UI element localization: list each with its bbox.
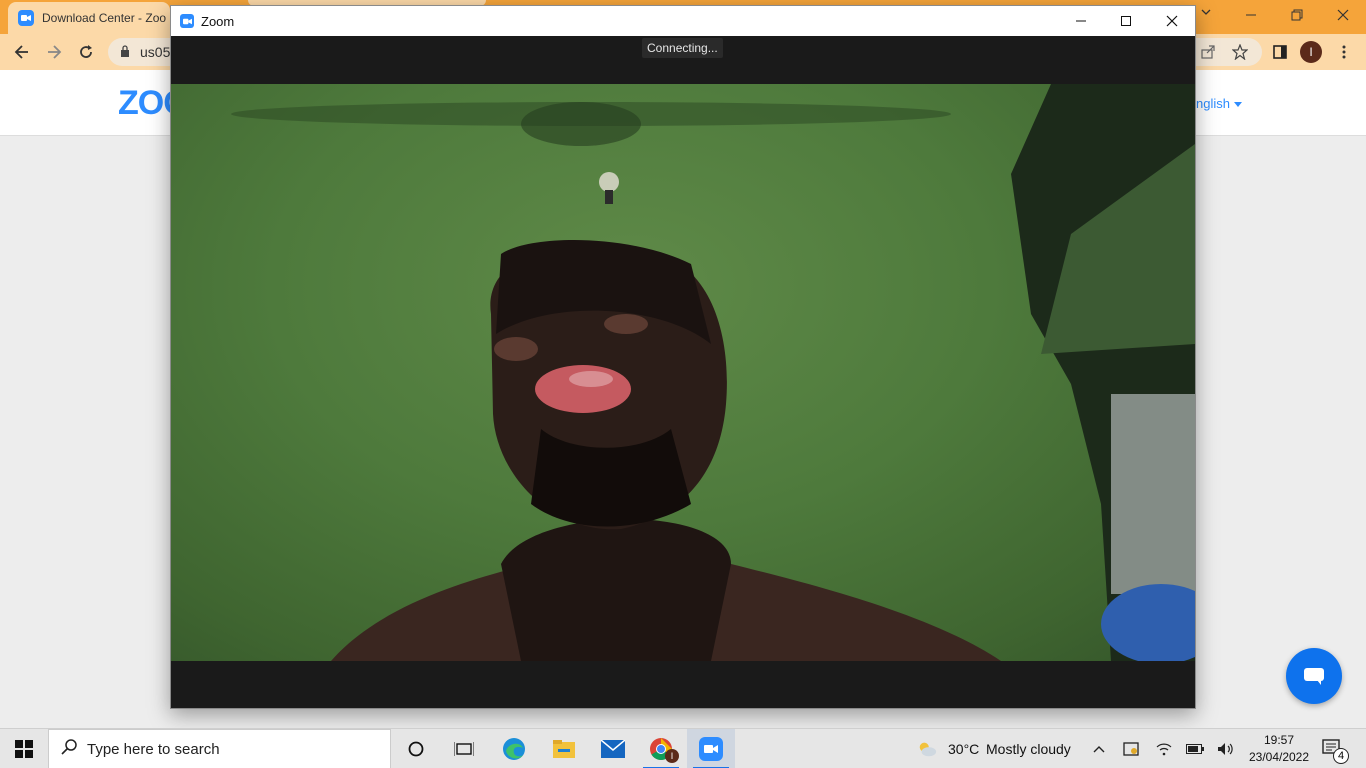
- notification-count-badge: 4: [1333, 748, 1349, 764]
- chrome-profile-badge: I: [665, 749, 679, 763]
- windows-logo-icon: [15, 740, 33, 758]
- file-explorer-icon[interactable]: [540, 729, 588, 768]
- self-video-feed[interactable]: [171, 84, 1195, 661]
- browser-tab-download-center[interactable]: Download Center - Zoo: [8, 2, 170, 34]
- search-icon: [61, 738, 77, 760]
- language-label: nglish: [1196, 96, 1230, 111]
- browser-close-button[interactable]: [1320, 0, 1366, 30]
- browser-minimize-button[interactable]: [1228, 0, 1274, 30]
- windows-start-button[interactable]: [0, 729, 48, 768]
- system-clock[interactable]: 19:57 23/04/2022: [1246, 732, 1312, 766]
- language-selector[interactable]: nglish: [1196, 96, 1242, 111]
- weather-description[interactable]: Mostly cloudy: [986, 729, 1071, 768]
- clock-date: 23/04/2022: [1248, 750, 1310, 764]
- weather-temperature[interactable]: 30°C: [948, 729, 979, 768]
- tab-search-chevron-icon[interactable]: [1196, 6, 1216, 26]
- search-placeholder: Type here to search: [87, 740, 220, 758]
- meet-now-icon[interactable]: [1121, 739, 1141, 759]
- side-panel-icon[interactable]: [1268, 40, 1292, 64]
- zoom-titlebar[interactable]: Zoom: [171, 6, 1195, 36]
- zoom-app-icon: [180, 14, 194, 28]
- bookmark-star-icon[interactable]: [1228, 40, 1252, 64]
- connection-status: Connecting...: [642, 38, 723, 58]
- camera-image: [231, 84, 1195, 661]
- zoom-maximize-button[interactable]: [1103, 6, 1149, 36]
- zoom-window-title: Zoom: [201, 13, 235, 29]
- reload-icon[interactable]: [74, 40, 98, 64]
- taskbar-search-box[interactable]: Type here to search: [48, 729, 391, 768]
- clock-time: 19:57: [1263, 733, 1295, 747]
- show-hidden-icons-chevron-icon[interactable]: [1089, 739, 1109, 759]
- zoom-taskbar-icon[interactable]: [687, 729, 735, 768]
- task-view-icon[interactable]: [440, 729, 488, 768]
- forward-arrow-icon[interactable]: [42, 40, 66, 64]
- mail-icon[interactable]: [589, 729, 637, 768]
- more-menu-icon[interactable]: [1332, 40, 1356, 64]
- windows-taskbar: Type here to search I 30°C Mostly cloudy: [0, 728, 1366, 768]
- back-arrow-icon[interactable]: [10, 40, 34, 64]
- zoom-bottom-bar: [171, 661, 1195, 708]
- browser-restore-button[interactable]: [1274, 0, 1320, 30]
- cortana-icon[interactable]: [392, 729, 440, 768]
- battery-icon[interactable]: [1185, 739, 1205, 759]
- zoom-favicon-icon: [18, 10, 34, 26]
- zoom-minimize-button[interactable]: [1058, 6, 1104, 36]
- chat-bubble-icon: [1304, 668, 1324, 685]
- caret-down-icon: [1233, 96, 1242, 111]
- browser-tab-title: Download Center - Zoo: [42, 11, 167, 25]
- share-icon[interactable]: [1196, 40, 1220, 64]
- weather-cloud-icon[interactable]: [917, 739, 937, 759]
- zoom-window: Zoom Connecting...: [170, 5, 1196, 709]
- chrome-taskbar-icon[interactable]: I: [637, 729, 685, 768]
- profile-avatar[interactable]: I: [1300, 41, 1322, 63]
- chat-button[interactable]: [1286, 648, 1342, 704]
- edge-browser-icon[interactable]: [490, 729, 538, 768]
- address-bar-url: us05: [140, 44, 171, 60]
- lock-icon: [120, 44, 130, 60]
- zoom-close-button[interactable]: [1149, 6, 1195, 36]
- wifi-icon[interactable]: [1154, 739, 1174, 759]
- volume-icon[interactable]: [1216, 739, 1236, 759]
